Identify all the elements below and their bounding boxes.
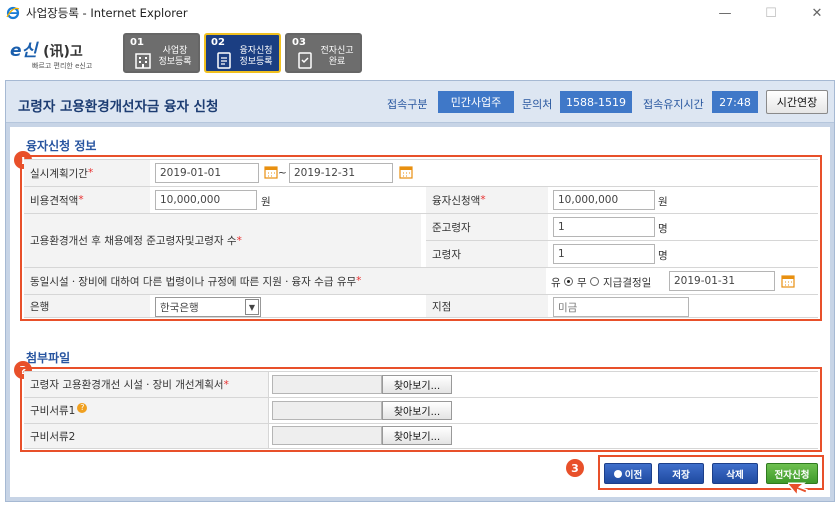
- loan-amount-label: 융자신청액 *: [426, 187, 548, 213]
- section-3-badge: 3: [566, 459, 584, 477]
- contact-number: 1588-1519: [560, 91, 632, 113]
- step-number: 02: [211, 37, 225, 48]
- help-icon[interactable]: ?: [77, 402, 88, 413]
- period-end-input[interactable]: 2019-12-31: [289, 163, 393, 183]
- page-title: 고령자 고용환경개선자금 융자 신청: [18, 99, 219, 115]
- step-01-business-info: 01 사업장 정보등록: [123, 33, 200, 73]
- attachment-label-plan: 고령자 고용환경개선 시설ㆍ장비 개선계획서 *: [24, 372, 268, 397]
- bank-selected-value: 한국은행: [160, 301, 199, 314]
- cursor-arrow-icon: [785, 475, 816, 503]
- period-separator: ~: [278, 167, 287, 179]
- decision-date-input[interactable]: 2019-01-31: [669, 271, 775, 291]
- step-number: 03: [292, 37, 306, 48]
- logo-main-text: e신: [10, 41, 38, 61]
- attachment-doc1-path[interactable]: [272, 401, 382, 420]
- delete-button[interactable]: 삭제: [712, 463, 758, 484]
- attachment-section-title: 첨부파일: [26, 351, 71, 365]
- browse-button[interactable]: 찾아보기...: [382, 401, 452, 420]
- cost-estimate-input[interactable]: 10,000,000: [155, 190, 257, 210]
- support-no-label: 무: [577, 277, 587, 289]
- extend-time-button[interactable]: 시간연장: [766, 90, 828, 114]
- main-frame: 고령자 고용환경개선자금 융자 신청 접속구분 민간사업주 문의처 1588-1…: [5, 80, 835, 502]
- bank-select[interactable]: 한국은행 ▼: [155, 297, 261, 317]
- page-topbar: 고령자 고용환경개선자금 융자 신청 접속구분 민간사업주 문의처 1588-1…: [6, 81, 834, 123]
- step-label: 사업장 정보등록: [158, 46, 192, 67]
- session-time-label: 접속유지시간: [643, 98, 704, 111]
- period-start-input[interactable]: 2019-01-01: [155, 163, 259, 183]
- window-titlebar: 사업장등록 - Internet Explorer — ☐ ✕: [0, 0, 840, 26]
- loan-amount-input[interactable]: 10,000,000: [553, 190, 655, 210]
- browse-button[interactable]: 찾아보기...: [382, 426, 452, 445]
- internet-explorer-icon: [6, 6, 20, 20]
- session-time-value: 27:48: [712, 91, 758, 113]
- contact-label: 문의처: [522, 98, 553, 111]
- branch-input[interactable]: 미금: [553, 297, 689, 317]
- support-no-radio[interactable]: [590, 277, 599, 286]
- loan-application-icon: [214, 50, 234, 70]
- building-icon: [133, 50, 153, 70]
- planned-hire-label: 고용환경개선 후 채용예정 준고령자및고령자 수 *: [24, 214, 421, 267]
- loan-info-section-title: 융자신청 정보: [26, 139, 97, 153]
- branch-label: 지점: [426, 295, 548, 317]
- elder-label: 고령자: [426, 241, 548, 267]
- step-label: 전자신고 완료: [320, 46, 354, 67]
- calendar-icon[interactable]: [399, 165, 413, 179]
- cost-estimate-label: 비용견적액 *: [24, 187, 150, 213]
- period-label: 실시계획기간 *: [24, 160, 150, 186]
- elder-unit: 명: [658, 250, 668, 262]
- loan-unit: 원: [658, 196, 668, 208]
- esingo-logo: e신 (讯)고 빠르고 편리한 e신고: [10, 36, 110, 72]
- semi-elder-unit: 명: [658, 223, 668, 235]
- attachment-doc2-path[interactable]: [272, 426, 382, 445]
- logo-tagline: 빠르고 편리한 e신고: [32, 62, 93, 70]
- connection-type-label: 접속구분: [387, 98, 428, 111]
- attachment-label-doc2: 구비서류2: [24, 424, 268, 448]
- bank-label: 은행: [24, 295, 150, 317]
- save-button[interactable]: 저장: [658, 463, 704, 484]
- attachment-label-doc1: 구비서류1 ?: [24, 398, 268, 423]
- browse-button[interactable]: 찾아보기...: [382, 375, 452, 394]
- chevron-down-icon[interactable]: ▼: [245, 299, 259, 315]
- window-title: 사업장등록 - Internet Explorer: [26, 6, 188, 20]
- close-button[interactable]: ✕: [794, 0, 840, 26]
- logo-sub-mark: (讯)고: [43, 44, 83, 60]
- calendar-icon[interactable]: [781, 274, 795, 288]
- elder-count-input[interactable]: 1: [553, 244, 655, 264]
- semi-elder-count-input[interactable]: 1: [553, 217, 655, 237]
- header: e신 (讯)고 빠르고 편리한 e신고 01 사업장 정보등록 02 융자신청 …: [0, 26, 840, 80]
- attachment-plan-path[interactable]: [272, 375, 382, 394]
- other-support-label: 동일시설ㆍ장비에 대하여 다른 법령이나 규정에 따른 지원ㆍ융자 수급 유무 *: [24, 268, 546, 294]
- semi-elder-label: 준고령자: [426, 214, 548, 240]
- support-yes-radio[interactable]: [564, 277, 573, 286]
- step-02-loan-info: 02 융자신청 정보등록: [204, 33, 281, 73]
- support-yes-label: 유: [551, 277, 561, 289]
- connection-type-value: 민간사업주: [438, 91, 514, 113]
- step-label: 융자신청 정보등록: [239, 46, 273, 67]
- document-complete-icon: [295, 50, 315, 70]
- calendar-icon[interactable]: [264, 165, 278, 179]
- form-content: 융자신청 정보 1 실시계획기간 * 2019-01-01 ~ 2019-12-3…: [10, 127, 830, 497]
- decision-date-label: 지급결정일: [603, 277, 652, 289]
- cost-unit: 원: [261, 196, 271, 208]
- prev-button[interactable]: 이전: [604, 463, 652, 484]
- prev-icon: [613, 469, 622, 478]
- step-03-e-filing-complete: 03 전자신고 완료: [285, 33, 362, 73]
- minimize-button[interactable]: —: [702, 0, 748, 26]
- step-number: 01: [130, 37, 144, 48]
- maximize-button[interactable]: ☐: [748, 0, 794, 26]
